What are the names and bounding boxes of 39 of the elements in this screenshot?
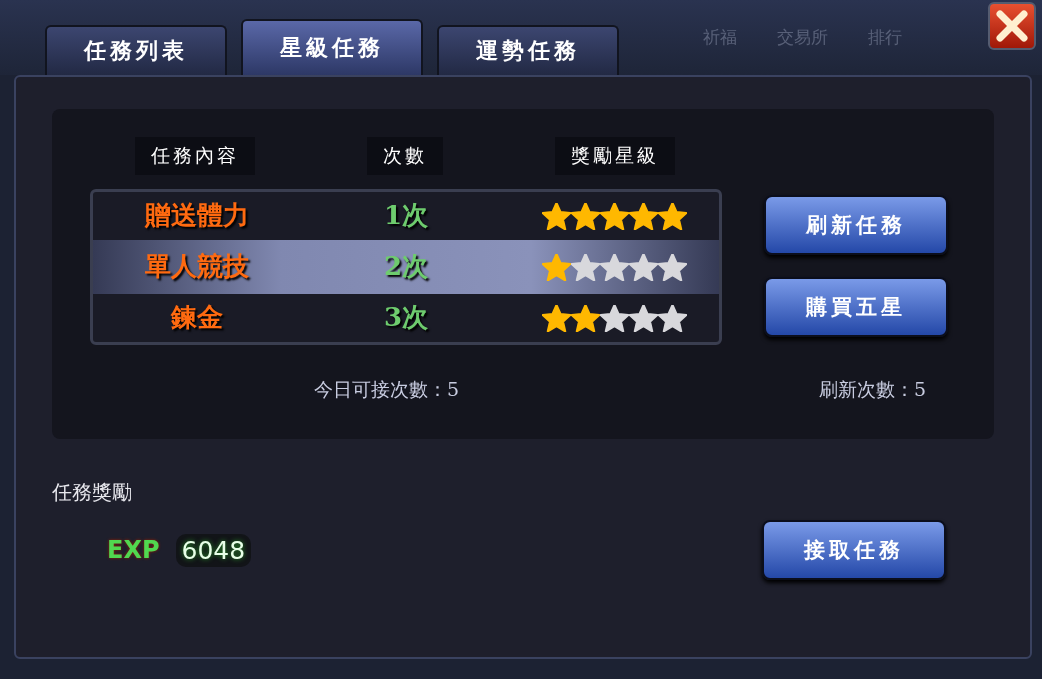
tab[interactable]: 任務列表 xyxy=(45,25,227,75)
tab[interactable]: 星級任務 xyxy=(241,19,423,75)
star-icon xyxy=(542,202,572,230)
close-button[interactable] xyxy=(988,2,1036,50)
close-icon xyxy=(994,8,1030,44)
star-icon xyxy=(600,304,630,332)
quest-name: 鍊金 xyxy=(169,302,225,334)
star-icon xyxy=(658,304,688,332)
star-icon xyxy=(600,253,630,281)
star-icon xyxy=(571,253,601,281)
column-header: 獎勵星級 xyxy=(555,137,675,175)
star-icon xyxy=(600,202,630,230)
accept-button[interactable]: 接取任務 xyxy=(762,520,946,580)
star-icon xyxy=(658,253,688,281)
exp-label: EXP xyxy=(107,536,160,564)
action-button[interactable]: 刷新任務 xyxy=(764,195,948,255)
star-icon xyxy=(542,253,572,281)
star-icon xyxy=(571,202,601,230)
quest-count: 1次 xyxy=(382,200,430,232)
star-icon xyxy=(542,304,572,332)
daily-accept-count: 今日可接次數：5 xyxy=(314,377,460,402)
tab[interactable]: 運勢任務 xyxy=(437,25,619,75)
refresh-count: 刷新次數：5 xyxy=(818,377,926,402)
star-icon xyxy=(629,202,659,230)
star-icon xyxy=(658,202,688,230)
quest-row[interactable]: 贈送體力 1次 xyxy=(93,192,719,240)
quest-count: 2次 xyxy=(382,251,430,283)
star-icon xyxy=(629,253,659,281)
quest-name: 單人競技 xyxy=(144,251,251,283)
reward-title: 任務獎勵 xyxy=(52,479,133,506)
exp-value: 6048 xyxy=(175,533,252,567)
column-header: 次數 xyxy=(367,137,443,175)
quest-row[interactable]: 鍊金 3次 xyxy=(93,294,719,342)
action-button[interactable]: 購買五星 xyxy=(764,277,948,337)
quest-name: 贈送體力 xyxy=(143,200,251,232)
star-icon xyxy=(571,304,601,332)
quest-count: 3次 xyxy=(382,302,430,334)
column-header: 任務內容 xyxy=(135,137,255,175)
star-icon xyxy=(629,304,659,332)
